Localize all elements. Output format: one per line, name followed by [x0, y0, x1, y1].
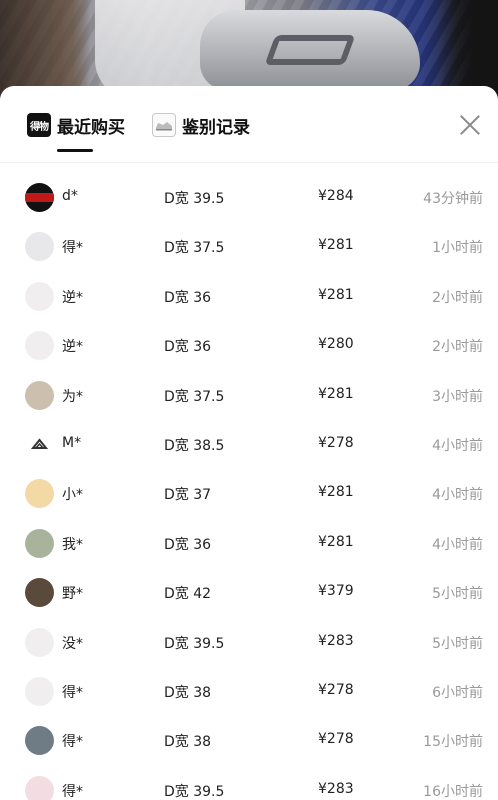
buyer-name: 得*: [62, 684, 83, 701]
size: D宽 38: [164, 734, 212, 751]
time: 15小时前: [423, 734, 483, 751]
list-item: 为* D宽 37.5 ¥281 3小时前: [0, 371, 498, 420]
list-item: 得* D宽 39.5 ¥283 16小时前: [0, 766, 498, 800]
price: ¥283: [318, 780, 354, 797]
list-item: 得* D宽 38 ¥278 6小时前: [0, 667, 498, 716]
list-item: 得* D宽 37.5 ¥281 1小时前: [0, 222, 498, 271]
buyer-name: 逆*: [62, 339, 83, 356]
buyer-name: 没*: [62, 635, 83, 652]
time: 2小时前: [432, 339, 483, 356]
avatar: [25, 578, 54, 608]
list-item: 逆* D宽 36 ¥280 2小时前: [0, 321, 498, 370]
time: 5小时前: [432, 586, 483, 603]
avatar: [25, 232, 54, 262]
buyer-name: 得*: [62, 240, 83, 257]
avatar: [25, 676, 54, 706]
divider: [0, 162, 498, 163]
buyer-name: d*: [62, 188, 78, 204]
price: ¥281: [318, 484, 354, 501]
buyer-name: 小*: [62, 487, 83, 504]
buyer-name: 我*: [62, 536, 83, 553]
size: D宽 39.5: [164, 635, 225, 652]
shoe-icon: [152, 113, 176, 137]
dewu-logo-icon: 得物: [27, 113, 51, 137]
list-item: 小* D宽 37 ¥281 4小时前: [0, 469, 498, 518]
avatar: [25, 331, 54, 361]
avatar: [25, 429, 54, 459]
list-item: 逆* D宽 36 ¥281 2小时前: [0, 272, 498, 321]
price: ¥281: [318, 533, 354, 550]
list-item: 我* D宽 36 ¥281 4小时前: [0, 519, 498, 568]
price: ¥281: [318, 237, 354, 254]
price: ¥283: [318, 632, 354, 649]
time: 4小时前: [432, 536, 483, 553]
size: D宽 36: [164, 536, 212, 553]
tab-recent-purchases[interactable]: 得物 最近购买: [27, 112, 125, 138]
avatar: [25, 479, 54, 509]
avatar: [25, 528, 54, 558]
tab-label: 鉴别记录: [182, 117, 250, 138]
product-photo: [0, 0, 498, 100]
time: 4小时前: [432, 487, 483, 504]
size: D宽 39.5: [164, 783, 225, 800]
time: 43分钟前: [423, 191, 483, 207]
buyer-name: 野*: [62, 586, 83, 603]
time: 3小时前: [432, 388, 483, 405]
size: D宽 37: [164, 487, 212, 504]
tab-bar: 得物 最近购买 鉴别记录: [0, 86, 498, 160]
purchase-list: d* D宽 39.5 ¥284 43分钟前 得* D宽 37.5 ¥281 1小…: [0, 173, 498, 800]
time: 6小时前: [432, 684, 483, 701]
size: D宽 38: [164, 684, 212, 701]
tab-authentication-records[interactable]: 鉴别记录: [152, 112, 250, 138]
buyer-name: M*: [62, 434, 82, 451]
buyer-name: 逆*: [62, 289, 83, 306]
buyer-name: 得*: [62, 783, 83, 800]
size: D宽 36: [164, 289, 212, 306]
price: ¥281: [318, 286, 354, 303]
avatar: [25, 627, 54, 657]
size: D宽 39.5: [164, 191, 225, 207]
list-item: 野* D宽 42 ¥379 5小时前: [0, 568, 498, 617]
price: ¥278: [318, 681, 354, 698]
size: D宽 38.5: [164, 437, 225, 454]
recent-purchases-sheet: 得物 最近购买 鉴别记录 d* D宽 39.5 ¥284 43分钟前 得* D宽…: [0, 86, 498, 800]
size: D宽 37.5: [164, 240, 225, 257]
price: ¥278: [318, 434, 354, 451]
time: 2小时前: [432, 289, 483, 306]
size: D宽 37.5: [164, 388, 225, 405]
price: ¥278: [318, 731, 354, 748]
active-tab-indicator: [57, 149, 93, 152]
buyer-name: 为*: [62, 388, 83, 405]
list-item: M* D宽 38.5 ¥278 4小时前: [0, 420, 498, 469]
list-item: 得* D宽 38 ¥278 15小时前: [0, 716, 498, 765]
tab-label: 最近购买: [57, 117, 125, 138]
time: 5小时前: [432, 635, 483, 652]
list-item: d* D宽 39.5 ¥284 43分钟前: [0, 173, 498, 222]
list-item: 没* D宽 39.5 ¥283 5小时前: [0, 618, 498, 667]
avatar: [25, 775, 54, 800]
size: D宽 42: [164, 586, 212, 603]
time: 1小时前: [432, 240, 483, 257]
time: 16小时前: [423, 783, 483, 800]
price: ¥281: [318, 385, 354, 402]
buyer-name: 得*: [62, 734, 83, 751]
avatar: [25, 183, 54, 212]
avatar: [25, 281, 54, 311]
size: D宽 36: [164, 339, 212, 356]
close-icon[interactable]: [458, 113, 482, 137]
price: ¥379: [318, 583, 354, 600]
avatar: [25, 380, 54, 410]
time: 4小时前: [432, 437, 483, 454]
price: ¥280: [318, 336, 354, 353]
price: ¥284: [318, 188, 354, 204]
avatar: [25, 726, 54, 756]
